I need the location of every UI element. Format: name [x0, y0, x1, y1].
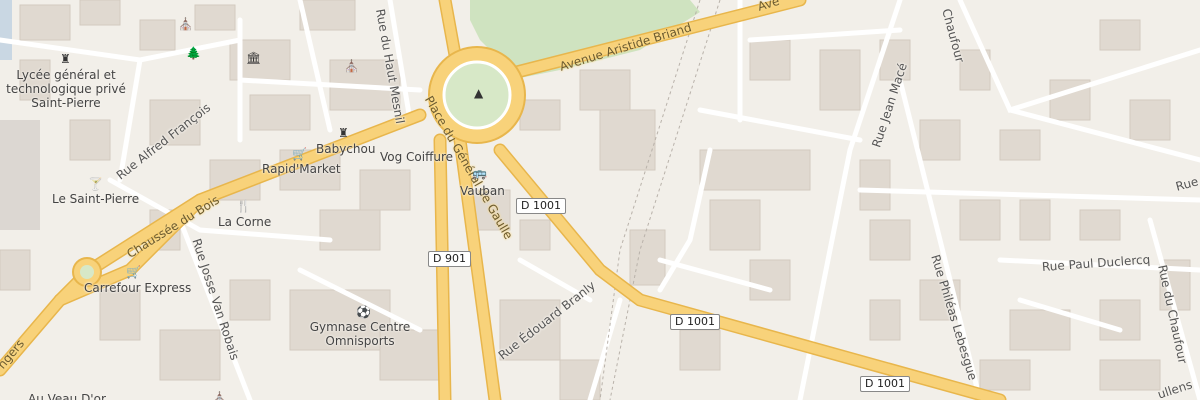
- chapel-icon[interactable]: ⛪: [212, 392, 227, 400]
- bus-stop-icon[interactable]: 🚌: [472, 167, 487, 179]
- townhall-icon[interactable]: 🏛: [246, 52, 261, 64]
- poi-gymnase[interactable]: Gymnase Centre Omnisports: [300, 320, 420, 348]
- poi-vauban[interactable]: Vauban: [460, 184, 505, 198]
- religious-icon[interactable]: ⛪: [178, 18, 193, 30]
- poi-rapid-market[interactable]: Rapid'Market: [262, 162, 341, 176]
- restaurant-icon[interactable]: 🍴: [236, 200, 251, 212]
- school-icon[interactable]: ♜: [338, 127, 349, 139]
- poi-la-corne[interactable]: La Corne: [218, 215, 271, 229]
- poi-lycee-saint-pierre[interactable]: Lycée général et technologique privé Sai…: [6, 68, 126, 110]
- road-ref-d1001: D 1001: [860, 376, 910, 392]
- road-ref-d1001: D 1001: [670, 314, 720, 330]
- monument-icon[interactable]: ▲: [474, 87, 483, 99]
- water-area: [0, 0, 12, 60]
- shop-icon[interactable]: 🛒: [292, 148, 307, 160]
- poi-babychou[interactable]: Babychou: [316, 142, 375, 156]
- religious-icon[interactable]: ⛪: [344, 60, 359, 72]
- poi-le-saint-pierre[interactable]: Le Saint-Pierre: [52, 192, 139, 206]
- poi-vog-coiffure[interactable]: Vog Coiffure: [380, 150, 453, 164]
- school-icon[interactable]: ♜: [60, 53, 71, 65]
- poi-au-veau-dor[interactable]: Au Veau D'or: [28, 392, 106, 400]
- shop-icon[interactable]: 🛒: [126, 266, 141, 278]
- road-ref-d1001: D 1001: [516, 198, 566, 214]
- poi-carrefour-express[interactable]: Carrefour Express: [84, 281, 191, 295]
- map-view[interactable]: Avenue Aristide Briand Place du Général …: [0, 0, 1200, 400]
- bar-icon[interactable]: 🍸: [88, 178, 103, 190]
- parking-area: [0, 120, 40, 230]
- tree-icon: 🌲: [186, 46, 201, 60]
- road-ref-d901: D 901: [428, 251, 471, 267]
- sports-icon[interactable]: ⚽: [356, 306, 371, 318]
